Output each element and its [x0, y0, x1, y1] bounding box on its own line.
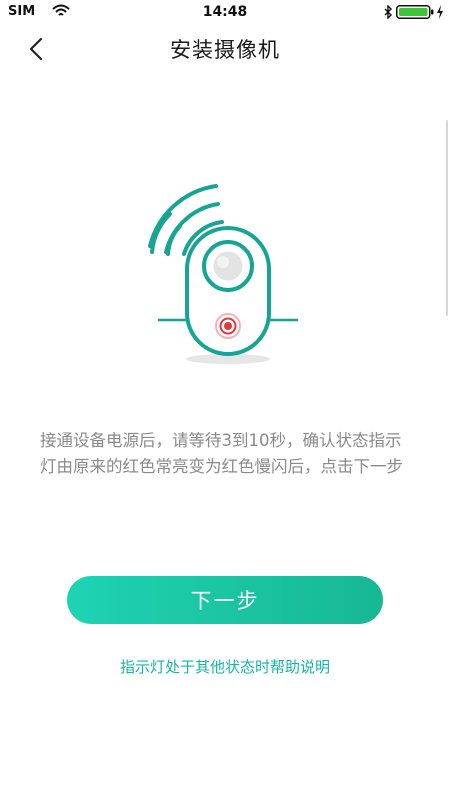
scroll-indicator	[446, 120, 448, 316]
page-title: 安装摄像机	[170, 38, 280, 62]
status-bar: SIM 14:48	[0, 0, 450, 24]
indicator-help-link[interactable]: 指示灯处于其他状态时帮助说明	[0, 656, 450, 677]
charging-icon	[437, 5, 443, 19]
next-step-button[interactable]: 下一步	[67, 576, 383, 624]
navigation-bar: 安装摄像机	[0, 24, 450, 74]
status-time: 14:48	[202, 4, 248, 20]
instruction-text: 接通设备电源后，请等待3到10秒，确认状态指示灯由原来的红色常亮变为红色慢闪后，…	[40, 431, 403, 476]
battery-icon	[396, 5, 434, 19]
camera-illustration	[130, 170, 320, 370]
bluetooth-icon	[384, 5, 392, 19]
camera-signal-icon	[148, 184, 298, 364]
